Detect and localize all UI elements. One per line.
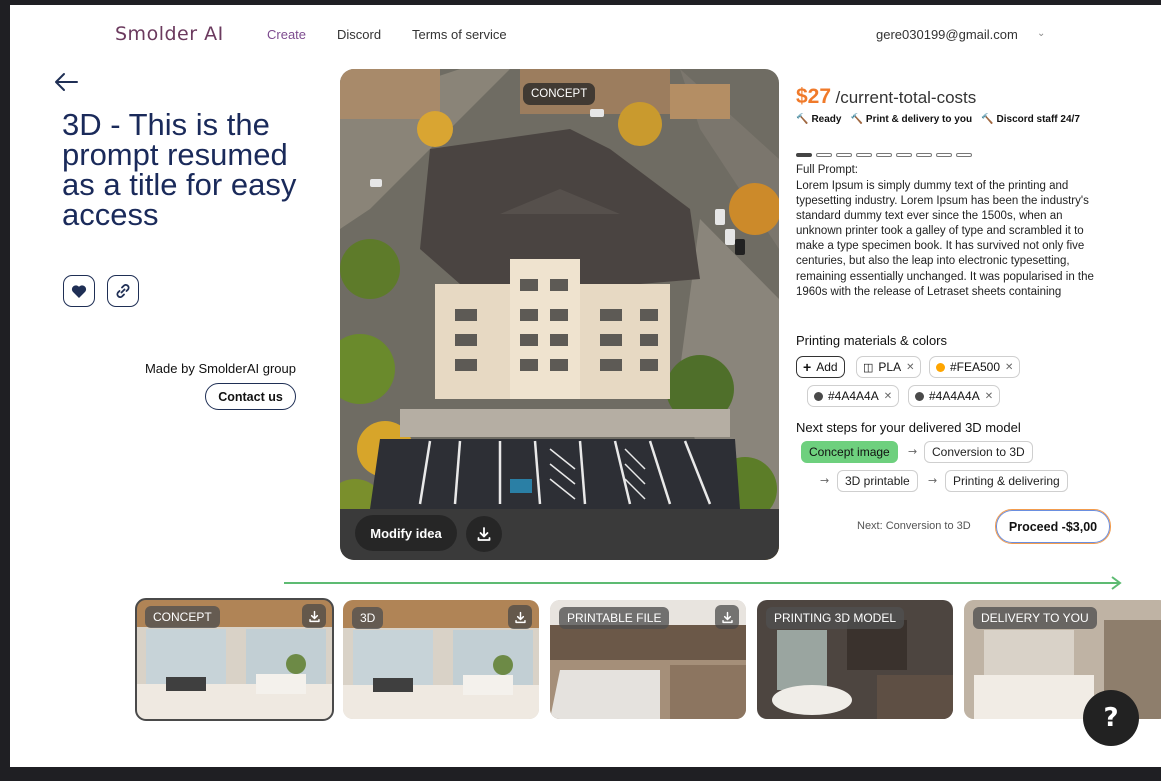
color-chip[interactable]: #FEA500 ✕ xyxy=(929,356,1021,378)
step-progress-dots xyxy=(796,153,972,157)
feature-list: 🔨 Ready 🔨 Print & delivery to you 🔨 Discord… xyxy=(796,114,1080,125)
user-menu[interactable]: gere030199@gmail.com xyxy=(876,27,1018,42)
color-chip[interactable]: #4A4A4A ✕ xyxy=(807,385,900,407)
thumb-download-button[interactable] xyxy=(302,604,326,628)
hammer-icon: 🔨 xyxy=(850,114,863,125)
thumb-download-button[interactable] xyxy=(508,605,532,629)
progress-dot xyxy=(916,153,932,157)
full-prompt-label: Full Prompt: xyxy=(796,164,858,176)
progress-arrow xyxy=(284,575,1126,591)
progress-dot xyxy=(896,153,912,157)
thumb-label: PRINTABLE FILE xyxy=(559,607,670,629)
color-swatch xyxy=(814,391,823,401)
progress-dot xyxy=(956,153,972,157)
material-chip[interactable]: ◫ PLA ✕ xyxy=(856,356,922,378)
remove-icon[interactable]: ✕ xyxy=(985,391,993,402)
thumb-label: 3D xyxy=(352,607,384,629)
feature-print-delivery: 🔨 Print & delivery to you xyxy=(850,114,973,125)
contact-button[interactable]: Contact us xyxy=(205,383,296,410)
logo[interactable]: Smolder AI xyxy=(115,23,224,45)
arrow-right-icon: → xyxy=(820,474,830,487)
app-page: Smolder AI Create Discord Terms of servi… xyxy=(10,5,1161,767)
link-icon xyxy=(116,284,130,298)
modify-idea-button[interactable]: Modify idea xyxy=(355,515,457,551)
thumb-label: PRINTING 3D MODEL xyxy=(766,607,905,629)
thumb-concept[interactable]: CONCEPT xyxy=(135,598,334,721)
color-swatch xyxy=(936,362,945,372)
like-button[interactable] xyxy=(63,275,95,307)
help-button[interactable]: ? xyxy=(1083,690,1139,746)
materials-title: Printing materials & colors xyxy=(796,333,947,348)
next-steps-title: Next steps for your delivered 3D model xyxy=(796,420,1021,435)
hero-download-button[interactable] xyxy=(466,516,502,552)
price-amount: $27 xyxy=(796,85,832,108)
color-swatch xyxy=(915,391,924,401)
step-printing-delivering[interactable]: Printing & delivering xyxy=(945,470,1068,492)
remove-icon[interactable]: ✕ xyxy=(884,391,892,402)
nav-create[interactable]: Create xyxy=(267,27,306,42)
page-title: 3D - This is the prompt resumed as a tit… xyxy=(62,107,297,232)
plus-icon: + xyxy=(803,359,812,375)
download-icon xyxy=(477,527,491,541)
feature-ready: 🔨 Ready xyxy=(796,114,842,125)
progress-dot xyxy=(796,153,812,157)
heart-icon xyxy=(71,284,87,298)
remove-icon[interactable]: ✕ xyxy=(1005,362,1013,373)
arrow-right-icon: → xyxy=(928,474,938,487)
remove-icon[interactable]: ✕ xyxy=(906,362,914,373)
hammer-icon: 🔨 xyxy=(796,114,809,125)
feature-discord: 🔨 Discord staff 24/7 xyxy=(981,114,1080,125)
progress-dot xyxy=(836,153,852,157)
hammer-icon: 🔨 xyxy=(981,114,994,125)
download-icon xyxy=(721,611,733,623)
progress-dot xyxy=(876,153,892,157)
next-step-label: Next: Conversion to 3D xyxy=(857,520,971,532)
thumb-download-button[interactable] xyxy=(715,605,739,629)
step-3d-printable[interactable]: 3D printable xyxy=(837,470,918,492)
thumb-printing-3d-model[interactable]: PRINTING 3D MODEL xyxy=(757,600,953,719)
step-concept-image[interactable]: Concept image xyxy=(801,441,898,463)
made-by-label: Made by SmolderAI group xyxy=(144,361,296,376)
thumb-label: DELIVERY TO YOU xyxy=(973,607,1097,629)
nav-discord[interactable]: Discord xyxy=(337,27,381,42)
thumb-3d[interactable]: 3D xyxy=(343,600,539,719)
progress-dot xyxy=(856,153,872,157)
download-icon xyxy=(514,611,526,623)
price-label: /current-total-costs xyxy=(835,88,977,107)
filament-icon: ◫ xyxy=(863,361,874,374)
concept-image xyxy=(340,69,779,560)
full-prompt-text: Lorem Ipsum is simply dummy text of the … xyxy=(796,180,1094,298)
progress-dot xyxy=(816,153,832,157)
arrow-right-icon: → xyxy=(908,445,918,458)
back-arrow-icon[interactable] xyxy=(53,71,79,93)
price-display: $27 /current-total-costs xyxy=(796,85,976,109)
download-icon xyxy=(308,610,320,622)
color-chip[interactable]: #4A4A4A ✕ xyxy=(908,385,1001,407)
thumb-printable-file[interactable]: PRINTABLE FILE xyxy=(550,600,746,719)
add-material-button[interactable]: + Add xyxy=(796,356,845,378)
nav-terms[interactable]: Terms of service xyxy=(412,27,507,42)
thumb-label: CONCEPT xyxy=(145,606,220,628)
hero-concept-tag: CONCEPT xyxy=(523,83,596,105)
step-conversion-3d[interactable]: Conversion to 3D xyxy=(924,441,1033,463)
chevron-down-icon[interactable]: ⌄ xyxy=(1037,28,1045,39)
proceed-button[interactable]: Proceed -$3,00 xyxy=(995,509,1111,544)
progress-dot xyxy=(936,153,952,157)
copy-link-button[interactable] xyxy=(107,275,139,307)
